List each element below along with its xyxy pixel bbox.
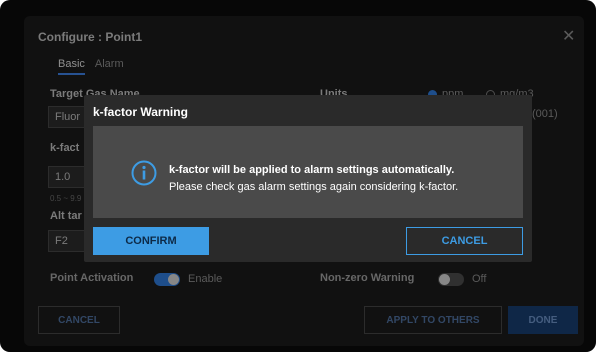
message-secondary: Please check gas alarm settings again co… — [169, 181, 459, 193]
screen: Configure : Point1 ✕ Basic Alarm Target … — [0, 0, 596, 352]
modal-body: k-factor will be applied to alarm settin… — [93, 126, 523, 218]
modal-title: k-factor Warning — [93, 105, 188, 119]
message-primary: k-factor will be applied to alarm settin… — [169, 164, 455, 176]
cancel-button[interactable]: CANCEL — [406, 227, 523, 255]
kfactor-warning-modal: k-factor Warning k-factor will be applie… — [84, 95, 532, 262]
confirm-button[interactable]: CONFIRM — [93, 227, 209, 255]
info-icon — [131, 160, 157, 186]
